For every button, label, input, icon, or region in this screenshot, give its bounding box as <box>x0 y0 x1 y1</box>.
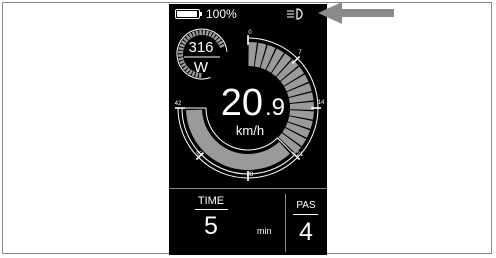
scale-tick-label: 14 <box>317 100 325 106</box>
battery-icon <box>175 9 200 19</box>
time-unit: min <box>257 226 272 236</box>
scale-tick-label: 28 <box>246 172 254 178</box>
ebike-display: 100% 316 W 20 .9 km/h 0 7 14 21 28 35 42… <box>169 4 327 255</box>
scale-tick-label: 42 <box>174 101 182 107</box>
pas-label: PAS <box>296 200 316 211</box>
status-bar: 100% <box>169 4 327 24</box>
battery-level-fill <box>177 11 197 17</box>
pointer-arrow-icon <box>318 2 394 24</box>
scale-tick-label: 21 <box>296 152 304 158</box>
pas-value: 4 <box>299 218 313 246</box>
power-segment <box>188 32 194 39</box>
scale-tick-label: 0 <box>248 30 252 36</box>
divider <box>293 214 318 215</box>
power-value: 316 <box>188 39 214 56</box>
speed-decimal: .9 <box>265 94 286 121</box>
time-value: 5 <box>204 212 218 240</box>
divider <box>195 209 228 210</box>
headlight-icon <box>287 8 303 20</box>
power-segment <box>205 30 209 36</box>
power-segment <box>195 30 199 36</box>
power-segment <box>211 33 216 39</box>
speed-unit: km/h <box>235 123 265 138</box>
divider <box>285 194 286 252</box>
scale-tick-label: 7 <box>298 50 302 56</box>
time-label: TIME <box>197 195 225 207</box>
scale-tick-label: 35 <box>195 152 203 158</box>
power-segment <box>208 31 213 37</box>
speed-segment <box>289 101 314 111</box>
power-segment <box>191 31 196 37</box>
speed-integer: 20 <box>220 82 263 124</box>
power-unit: W <box>193 59 209 76</box>
battery-tip <box>200 12 202 16</box>
battery-percent: 100% <box>206 7 237 21</box>
divider <box>169 188 327 189</box>
